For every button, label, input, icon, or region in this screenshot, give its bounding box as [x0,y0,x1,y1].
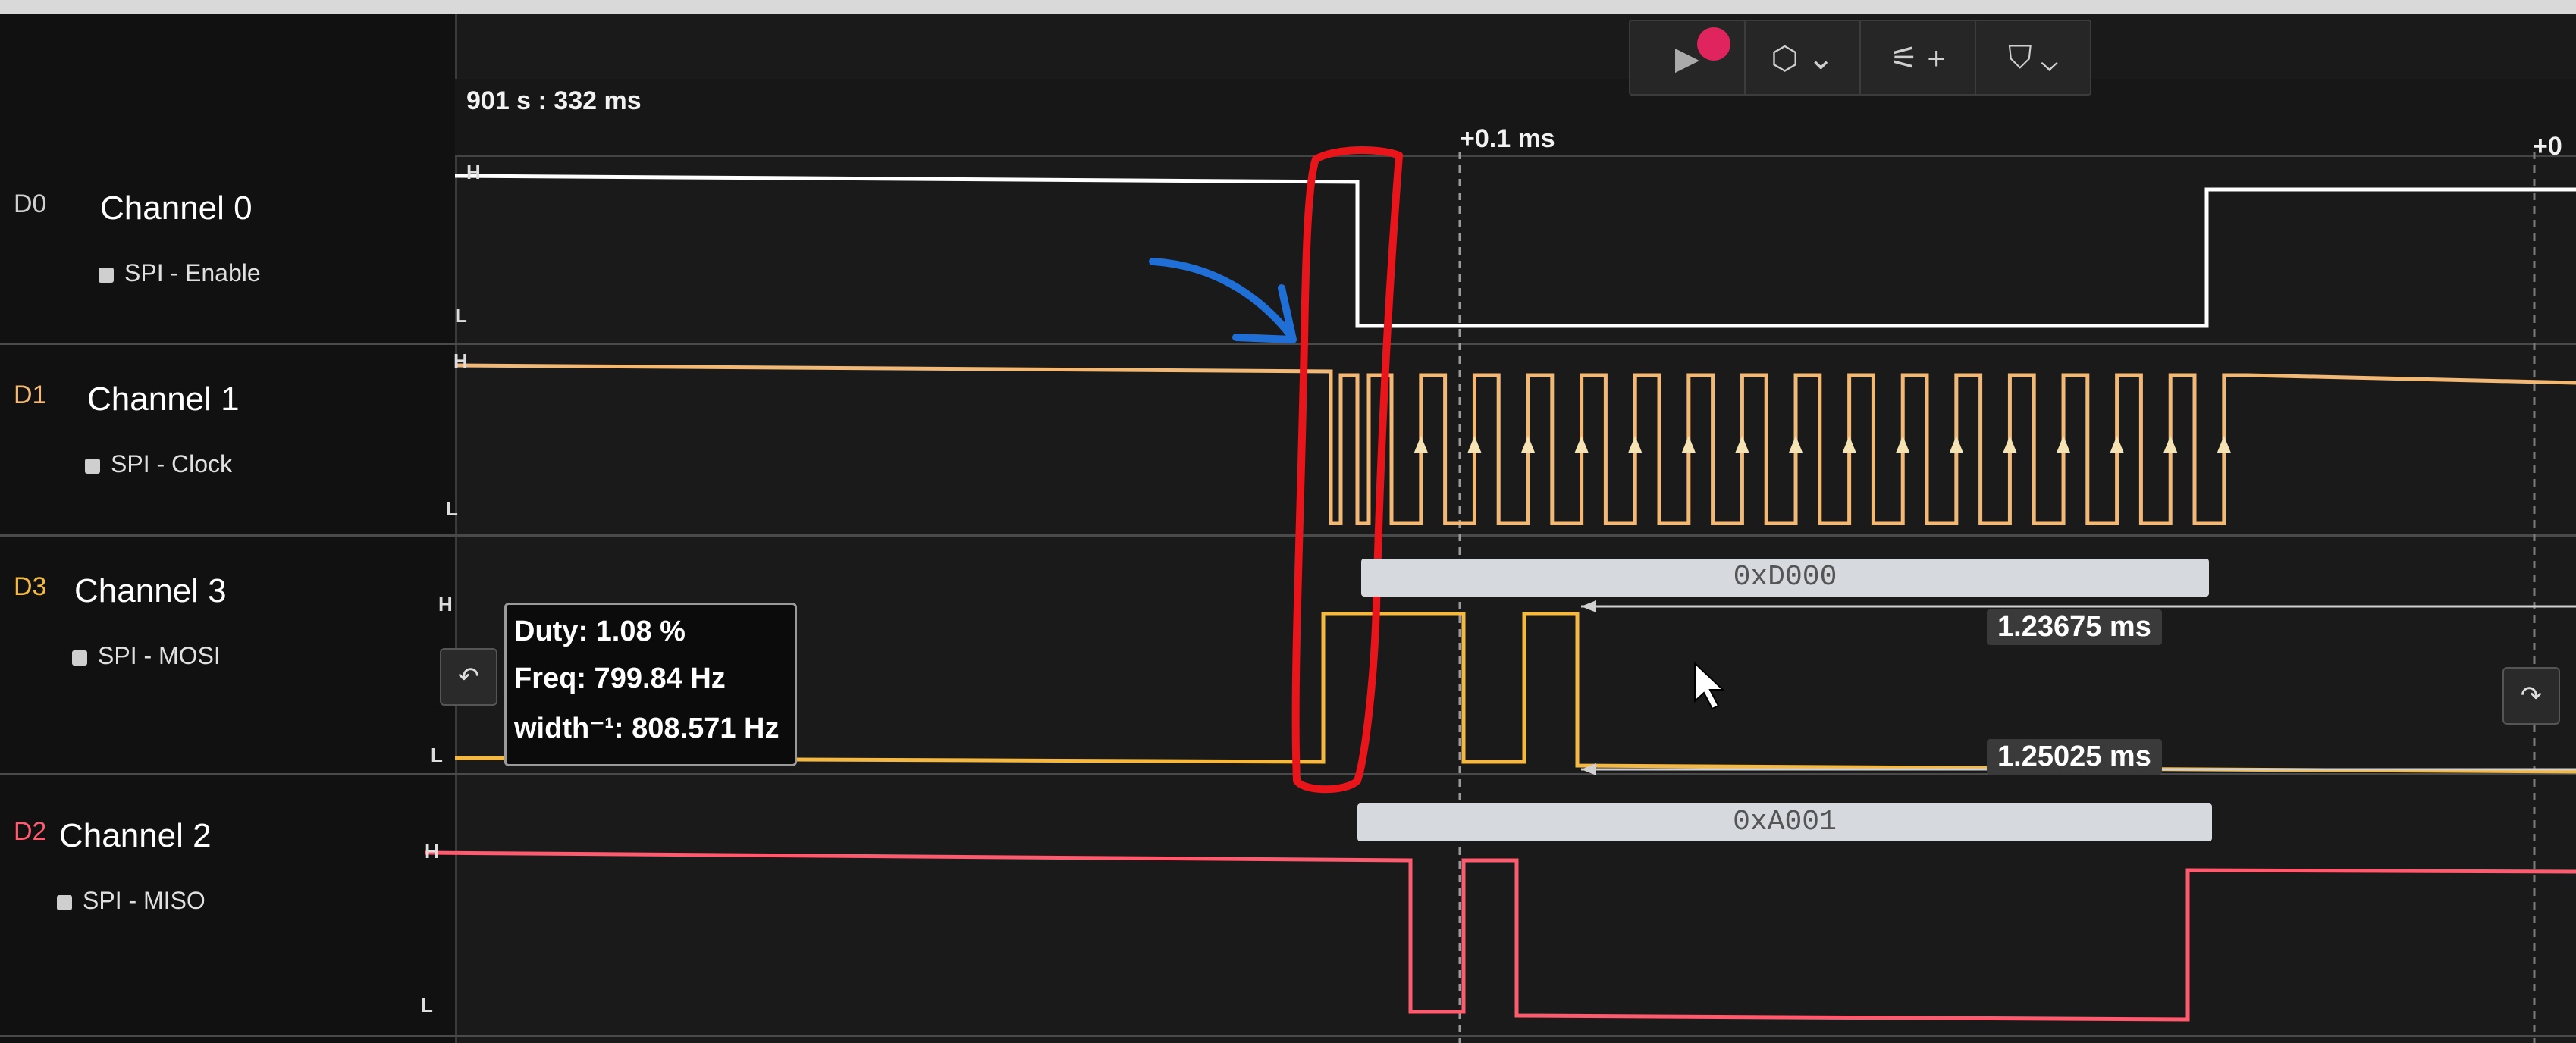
clock-rising-edge-marker [2003,436,2017,453]
channel-1-waveform [454,363,2576,525]
level-high-label: H [438,593,453,615]
blue-arrow-annotation [1149,258,1293,337]
clock-rising-edge-marker [1574,436,1589,453]
miso-decoded-frame[interactable]: 0xA001 [1357,803,2212,841]
clock-rising-edge-marker [1789,436,1803,453]
clock-rising-edge-marker [1628,436,1643,453]
level-high-label: H [466,161,481,183]
level-low-label: L [455,304,467,327]
tooltip-duty: Duty: 1.08 % [514,615,686,647]
mosi-decoded-frame[interactable]: 0xD000 [1361,559,2209,597]
measurement-value-a: 1.23675 ms [1987,609,2162,645]
measurement-tooltip: Duty: 1.08 % Freq: 799.84 Hz width⁻¹: 80… [504,603,797,766]
clock-rising-edge-marker [1896,436,1910,453]
red-marker-annotation [1291,146,1403,794]
channel-0-waveform [454,174,2576,328]
clock-rising-edge-marker [1949,436,1963,453]
clock-rising-edge-marker [1681,436,1696,453]
clock-rising-edge-marker [1414,436,1428,453]
clock-rising-edge-marker [2163,436,2178,453]
clock-edge-markers [1414,436,2231,453]
tooltip-frequency: Freq: 799.84 Hz [514,662,726,694]
clock-rising-edge-marker [2217,436,2231,453]
clock-rising-edge-marker [1735,436,1749,453]
channel-2-waveform [424,850,2576,1022]
collapse-icon: ↶ [457,662,480,691]
measurement-value-b: 1.25025 ms [1987,739,2162,775]
channel-expand-button[interactable]: ↷ [2502,667,2560,725]
level-low-label: L [431,744,443,766]
clock-rising-edge-marker [1467,436,1482,453]
level-high-label: H [453,349,468,372]
level-high-label: H [425,840,439,863]
level-low-label: L [421,994,433,1016]
clock-rising-edge-marker [1842,436,1856,453]
channel-collapse-button[interactable]: ↶ [440,648,497,706]
clock-rising-edge-marker [2110,436,2124,453]
tooltip-width: width⁻¹: 808.571 Hz [514,713,780,744]
clock-rising-edge-marker [1521,436,1536,453]
expand-icon: ↷ [2520,681,2543,710]
clock-rising-edge-marker [2057,436,2071,453]
waveform-canvas[interactable]: H L H L H L H L [0,0,2576,1043]
level-low-label: L [446,497,458,520]
